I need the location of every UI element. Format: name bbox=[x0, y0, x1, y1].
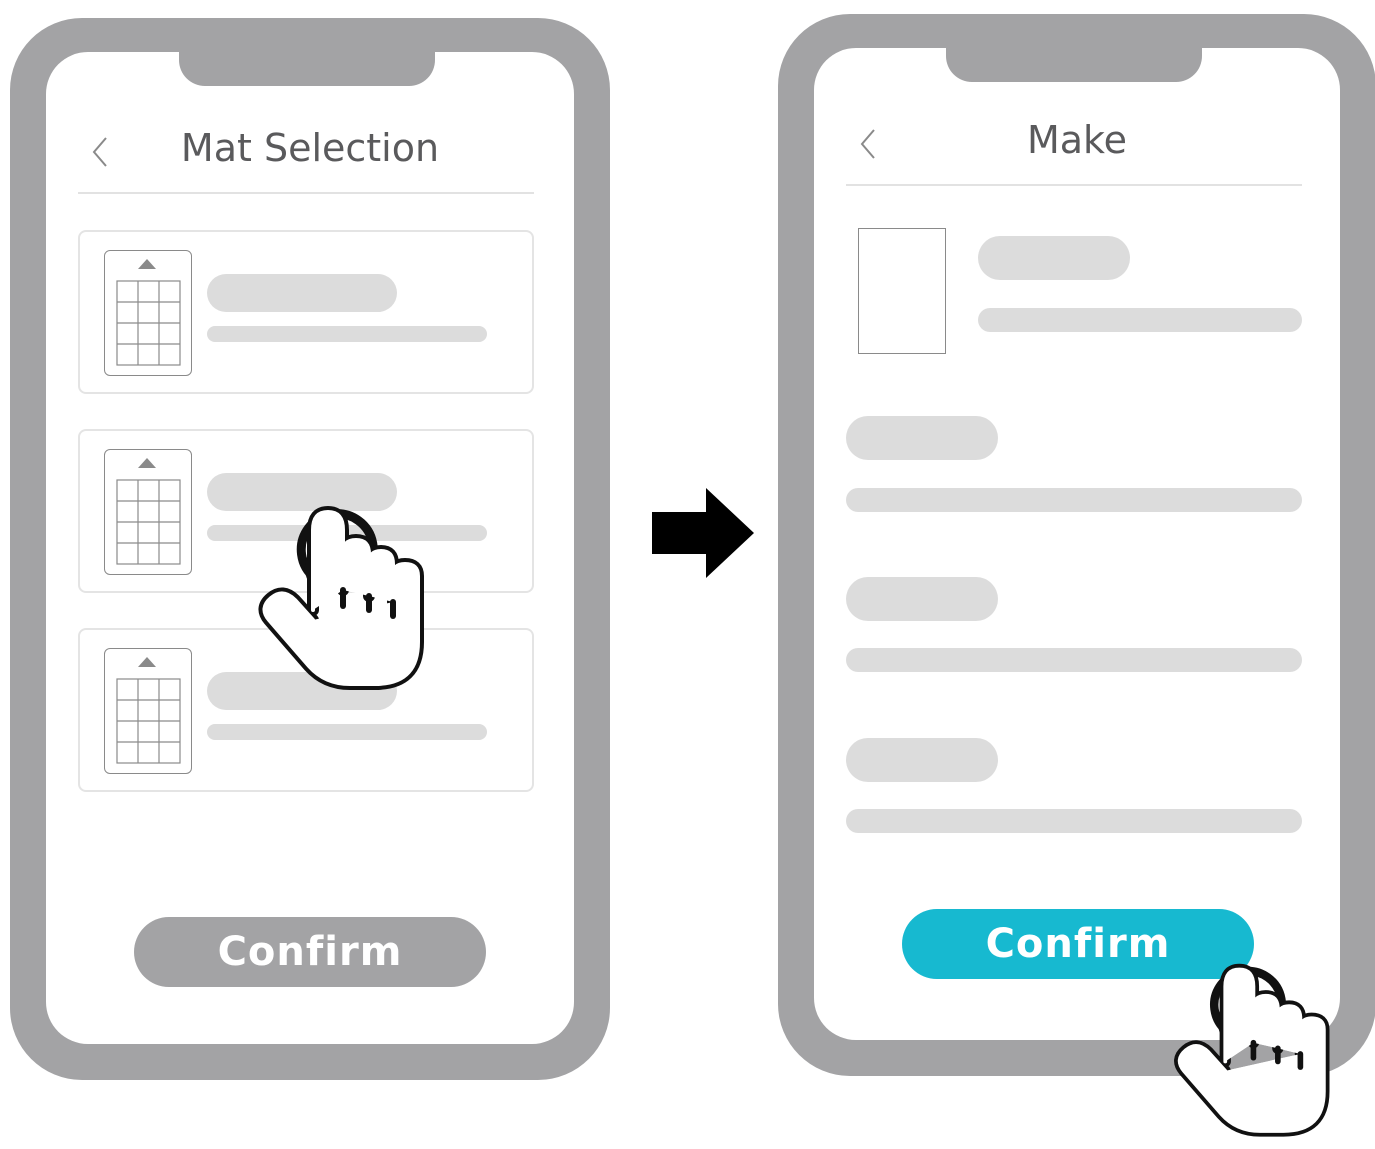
header-divider bbox=[78, 192, 534, 194]
page-title: Mat Selection bbox=[180, 126, 440, 170]
tap-hand-icon bbox=[258, 506, 424, 690]
mat-desc-placeholder bbox=[207, 724, 487, 740]
field-label-placeholder bbox=[846, 416, 998, 460]
mat-preview-image bbox=[858, 228, 946, 354]
confirm-button[interactable]: Confirm bbox=[134, 917, 486, 987]
field-value-placeholder bbox=[846, 488, 1302, 512]
summary-desc-placeholder bbox=[978, 308, 1302, 332]
page-title: Make bbox=[1026, 118, 1128, 162]
right-phone-screen: Make Confirm bbox=[814, 48, 1340, 1040]
phone-notch bbox=[179, 52, 435, 86]
summary-title-placeholder bbox=[978, 236, 1130, 280]
phone-notch bbox=[946, 48, 1202, 82]
field-label-placeholder bbox=[846, 577, 998, 621]
field-label-placeholder bbox=[846, 738, 998, 782]
field-value-placeholder bbox=[846, 648, 1302, 672]
mat-name-placeholder bbox=[207, 274, 397, 312]
mat-desc-placeholder bbox=[207, 326, 487, 342]
mat-grid-icon bbox=[104, 449, 192, 575]
field-value-placeholder bbox=[846, 809, 1302, 833]
arrow-right-icon bbox=[652, 488, 754, 578]
mat-grid-icon bbox=[104, 250, 192, 376]
mat-option-card[interactable] bbox=[78, 230, 534, 394]
mat-grid-icon bbox=[104, 648, 192, 774]
header-divider bbox=[846, 184, 1302, 186]
right-phone-frame: Make Confirm bbox=[778, 14, 1375, 1076]
tap-hand-icon bbox=[1174, 963, 1330, 1137]
